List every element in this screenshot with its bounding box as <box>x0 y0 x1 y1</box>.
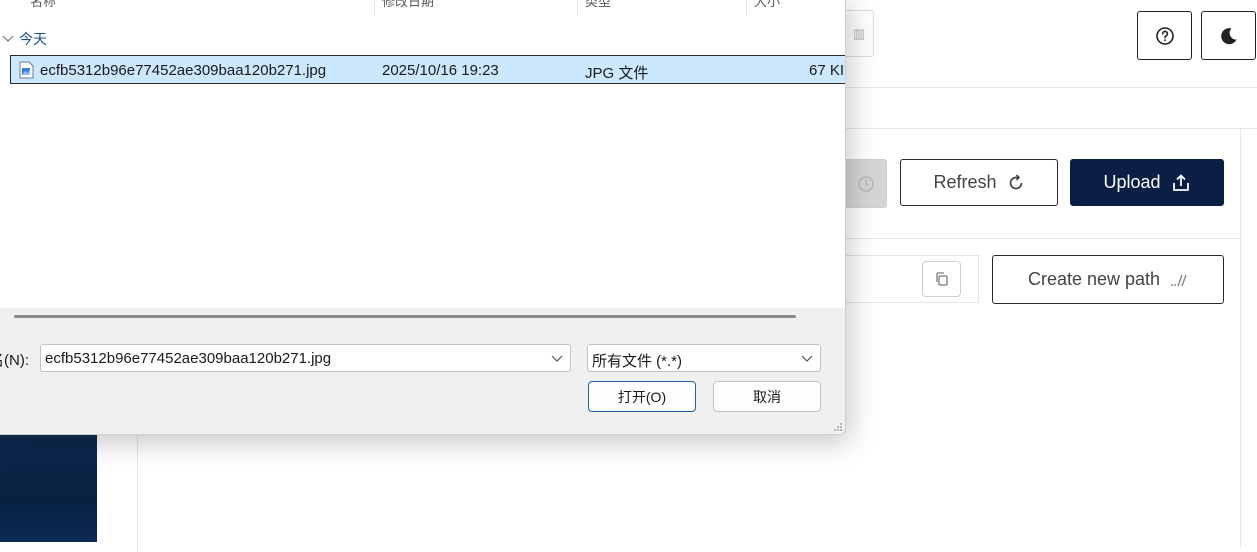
column-header-type[interactable]: 类型 <box>585 0 611 11</box>
history-button <box>845 159 887 208</box>
column-size-label: 大小 <box>754 0 781 9</box>
upload-label: Upload <box>1103 172 1161 192</box>
column-separator <box>577 0 578 15</box>
cancel-button[interactable]: 取消 <box>713 381 821 412</box>
group-label: 今天 <box>19 31 47 47</box>
question-circle-icon <box>1155 26 1174 45</box>
filename-value: ecfb5312b96e77452ae309baa120b271.jpg <box>45 350 332 367</box>
file-modified: 2025/10/16 19:23 <box>382 62 499 79</box>
create-path-label: Create new path <box>1027 269 1161 289</box>
file-name: ecfb5312b96e77452ae309baa120b271.jpg <box>40 62 327 79</box>
chevron-down-icon <box>2 35 14 42</box>
resize-grip-icon[interactable] <box>833 422 843 432</box>
copy-icon <box>935 272 948 286</box>
moon-icon <box>1220 27 1236 44</box>
sidebar <box>0 430 97 542</box>
path-slash-icon <box>1171 274 1187 286</box>
refresh-label: Refresh <box>933 172 997 192</box>
column-name-label: 名称 <box>30 0 57 9</box>
file-type: JPG 文件 <box>585 65 649 82</box>
column-header-size[interactable]: 大小 <box>754 0 780 11</box>
theme-toggle-button[interactable] <box>1201 11 1256 60</box>
column-header-modified[interactable]: 修改日期 <box>382 0 434 11</box>
column-type-label: 类型 <box>585 0 612 9</box>
column-separator <box>374 0 375 15</box>
copy-path-button[interactable] <box>922 261 961 297</box>
partial-button-icon: ▥ <box>852 25 866 41</box>
horizontal-scrollbar[interactable] <box>14 315 796 318</box>
group-header-today[interactable]: 今天 <box>0 28 47 50</box>
filename-label: 名(N): <box>0 352 29 369</box>
refresh-icon <box>1009 173 1022 189</box>
refresh-button[interactable]: Refresh <box>900 159 1058 206</box>
file-open-dialog: 名称 修改日期 类型 大小 今天 ecfb5312b96e77452ae309b… <box>0 0 846 435</box>
filetype-value: 所有文件 (*.*) <box>592 353 683 370</box>
chevron-down-icon <box>801 355 813 362</box>
clock-icon <box>857 175 874 192</box>
create-path-button[interactable]: Create new path <box>992 255 1224 304</box>
image-file-icon <box>19 61 34 79</box>
header-partial-button[interactable]: ▥ <box>845 10 874 57</box>
filename-input[interactable]: ecfb5312b96e77452ae309baa120b271.jpg <box>40 344 571 372</box>
cancel-label: 取消 <box>753 388 781 405</box>
chevron-down-icon[interactable] <box>550 351 564 365</box>
upload-icon <box>1172 173 1189 191</box>
column-modified-label: 修改日期 <box>382 0 435 9</box>
file-row[interactable]: ecfb5312b96e77452ae309baa120b271.jpg 202… <box>10 55 845 84</box>
open-label: 打开(O) <box>617 388 667 405</box>
column-header-name[interactable]: 名称 <box>30 0 56 11</box>
file-list: 名称 修改日期 类型 大小 今天 ecfb5312b96e77452ae309b… <box>0 0 845 308</box>
filetype-select[interactable]: 所有文件 (*.*) <box>587 344 821 372</box>
open-button[interactable]: 打开(O) <box>588 381 696 412</box>
panel-right-border <box>1240 128 1241 548</box>
file-size: 67 KI <box>809 62 845 79</box>
upload-button[interactable]: Upload <box>1070 159 1224 206</box>
help-button[interactable] <box>1137 11 1192 60</box>
column-separator <box>746 0 747 15</box>
